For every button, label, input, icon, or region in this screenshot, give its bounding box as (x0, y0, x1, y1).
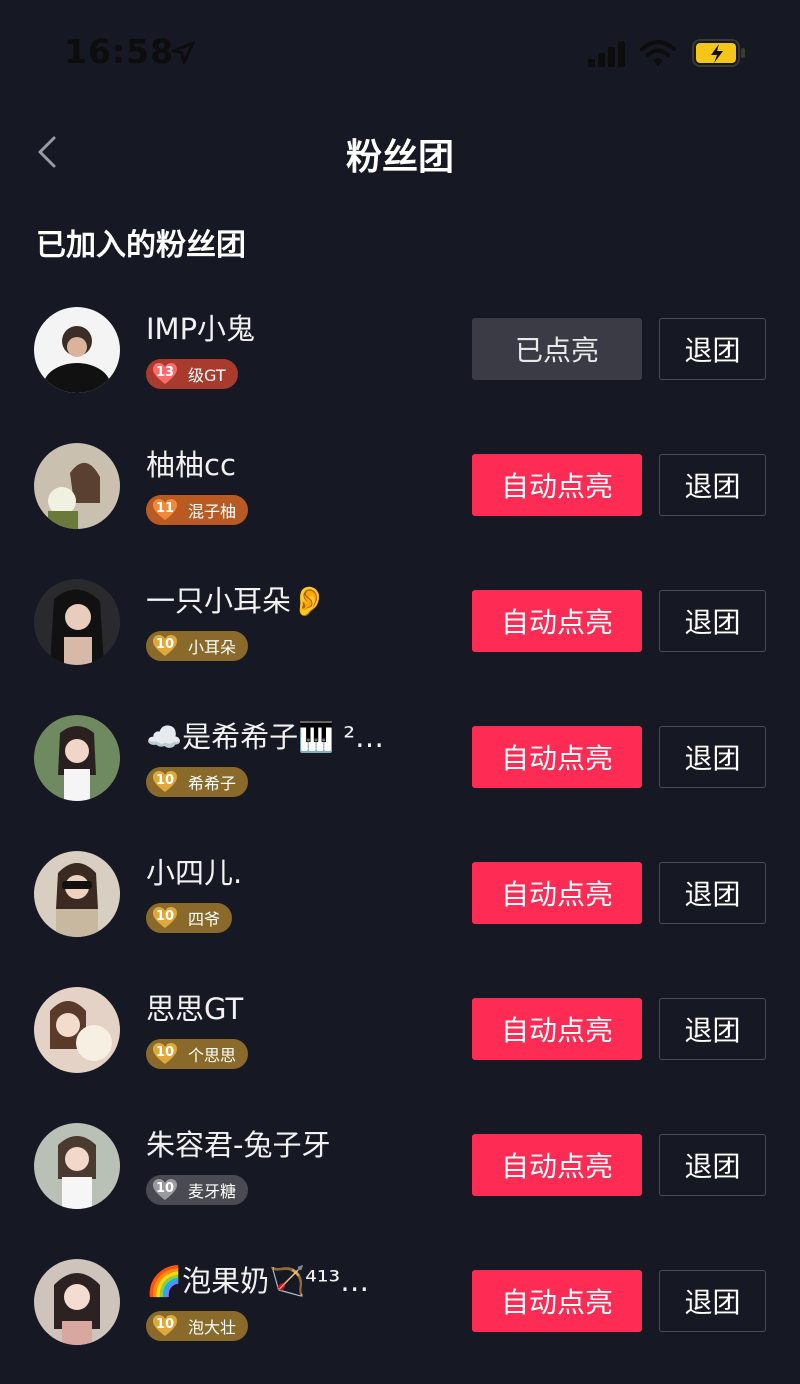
quit-button[interactable]: 退团 (659, 1134, 766, 1196)
avatar[interactable] (34, 851, 120, 937)
quit-button[interactable]: 退团 (659, 862, 766, 924)
fan-badge: 10 麦牙糖 (146, 1175, 249, 1205)
fan-club-name: 一只小耳朵👂 (146, 584, 328, 618)
auto-light-button[interactable]: 自动点亮 (472, 1270, 642, 1332)
fan-club-name: 朱容君-兔子牙 (146, 1128, 331, 1162)
location-arrow-icon (171, 41, 195, 65)
nav-bar: 粉丝团 (0, 110, 800, 194)
avatar[interactable] (34, 1123, 120, 1209)
badge-label: 混子柚 (188, 502, 237, 521)
avatar[interactable] (34, 443, 120, 529)
fan-badge: 10 泡大壮 (146, 1311, 249, 1341)
badge-label: 麦牙糖 (188, 1182, 237, 1201)
fan-badge: 10 四爷 (146, 903, 233, 933)
auto-light-button[interactable]: 自动点亮 (472, 998, 642, 1060)
heart-level-icon: 10 (152, 1042, 178, 1066)
heart-level-icon: 11 (152, 498, 178, 522)
quit-button[interactable]: 退团 (659, 454, 766, 516)
fan-badge: 11 混子柚 (146, 495, 249, 525)
fan-badge: 13 级GT (146, 359, 238, 389)
fan-club-name: IMP小鬼 (146, 312, 256, 346)
status-time: 16:58 (64, 32, 175, 71)
status-bar: 16:58 (0, 0, 800, 104)
badge-label: 四爷 (188, 910, 221, 929)
heart-level-icon: 10 (152, 1314, 178, 1338)
heart-level-icon: 10 (152, 1178, 178, 1202)
fan-club-row: 思思GT 10 个思思 自动点亮 退团 (0, 962, 800, 1098)
auto-light-button[interactable]: 自动点亮 (472, 726, 642, 788)
page-title: 粉丝团 (345, 137, 454, 178)
avatar[interactable] (34, 715, 120, 801)
fan-badge: 10 希希子 (146, 767, 249, 797)
wifi-icon (640, 40, 676, 66)
fan-club-row: 柚柚cc 11 混子柚 自动点亮 退团 (0, 418, 800, 554)
avatar[interactable] (34, 579, 120, 665)
fan-club-row: 小四儿. 10 四爷 自动点亮 退团 (0, 826, 800, 962)
quit-button[interactable]: 退团 (659, 590, 766, 652)
avatar[interactable] (34, 987, 120, 1073)
fan-badge: 10 个思思 (146, 1039, 249, 1069)
heart-level-icon: 10 (152, 634, 178, 658)
fan-club-name: 柚柚cc (146, 448, 236, 482)
quit-button[interactable]: 退团 (659, 318, 766, 380)
auto-light-button[interactable]: 自动点亮 (472, 862, 642, 924)
badge-label: 级GT (188, 366, 226, 385)
badge-label: 泡大壮 (188, 1318, 237, 1337)
fan-badge: 10 小耳朵 (146, 631, 249, 661)
fan-club-row: 一只小耳朵👂 10 小耳朵 自动点亮 退团 (0, 554, 800, 690)
lit-button[interactable]: 已点亮 (472, 318, 642, 380)
quit-button[interactable]: 退团 (659, 1270, 766, 1332)
fan-club-row: IMP小鬼 13 级GT 已点亮 退团 (0, 282, 800, 418)
badge-label: 希希子 (188, 774, 237, 793)
fan-club-name: 小四儿. (146, 856, 243, 890)
fan-club-name: 思思GT (146, 992, 244, 1026)
heart-level-icon: 10 (152, 906, 178, 930)
badge-label: 小耳朵 (188, 638, 237, 657)
fan-club-row: ☁️是希希子🎹 ²… 10 希希子 自动点亮 退团 (0, 690, 800, 826)
heart-level-icon: 10 (152, 770, 178, 794)
battery-charging-icon (692, 39, 745, 67)
quit-button[interactable]: 退团 (659, 726, 766, 788)
fan-club-row: 🌈泡果奶🏹⁴¹³… 10 泡大壮 自动点亮 退团 (0, 1234, 800, 1370)
cellular-signal-icon (588, 41, 625, 67)
quit-button[interactable]: 退团 (659, 998, 766, 1060)
auto-light-button[interactable]: 自动点亮 (472, 1134, 642, 1196)
heart-level-icon: 13 (152, 362, 178, 386)
fan-club-row: 朱容君-兔子牙 10 麦牙糖 自动点亮 退团 (0, 1098, 800, 1234)
auto-light-button[interactable]: 自动点亮 (472, 590, 642, 652)
section-title: 已加入的粉丝团 (36, 228, 246, 263)
auto-light-button[interactable]: 自动点亮 (472, 454, 642, 516)
avatar[interactable] (34, 307, 120, 393)
fan-club-name: 🌈泡果奶🏹⁴¹³… (146, 1264, 370, 1298)
badge-label: 个思思 (188, 1046, 237, 1065)
fan-club-name: ☁️是希希子🎹 ²… (146, 720, 385, 754)
avatar[interactable] (34, 1259, 120, 1345)
